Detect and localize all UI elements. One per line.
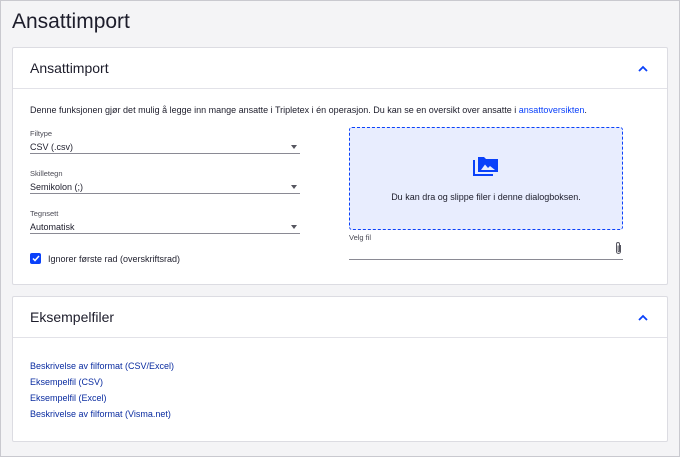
ignore-first-row-checkbox[interactable] (30, 253, 41, 264)
example-file-csv-link[interactable]: Eksempelfil (CSV) (30, 377, 174, 388)
separator-label: Skilletegn (30, 169, 63, 178)
paperclip-icon[interactable] (614, 241, 623, 260)
separator-field: Skilletegn Semikolon (;) (30, 169, 300, 194)
charset-value: Automatisk (30, 222, 75, 232)
file-field: Velg fil (349, 233, 623, 260)
caret-down-icon (291, 145, 297, 149)
chevron-up-icon[interactable] (636, 61, 650, 75)
filetype-label: Filtype (30, 129, 53, 138)
checkmark-icon (31, 255, 40, 262)
filetype-field: Filtype CSV (.csv) (30, 129, 300, 154)
import-card: Ansattimport Denne funksjonen gjør det m… (12, 47, 668, 285)
chevron-up-icon[interactable] (636, 310, 650, 324)
example-file-excel-link[interactable]: Eksempelfil (Excel) (30, 393, 174, 404)
ignore-first-row-label: Ignorer første rad (overskriftsrad) (48, 253, 181, 264)
dropzone-text: Du kan dra og slippe filer i denne dialo… (391, 192, 581, 202)
charset-label: Tegnsett (30, 209, 59, 218)
caret-down-icon (291, 225, 297, 229)
separator-select[interactable]: Semikolon (;) (30, 181, 300, 194)
ignore-first-row-option: Ignorer første rad (overskriftsrad) (30, 253, 180, 264)
examples-card-header: Eksempelfiler (13, 297, 667, 338)
filetype-value: CSV (.csv) (30, 142, 74, 152)
import-card-header: Ansattimport (13, 48, 667, 89)
file-label: Velg fil (349, 233, 372, 242)
page-title: Ansattimport (12, 10, 130, 33)
import-card-title: Ansattimport (30, 60, 109, 76)
file-dropzone[interactable]: Du kan dra og slippe filer i denne dialo… (349, 127, 623, 230)
charset-field: Tegnsett Automatisk (30, 209, 300, 234)
separator-value: Semikolon (;) (30, 182, 84, 192)
intro-text: Denne funksjonen gjør det mulig å legge … (30, 105, 587, 115)
caret-down-icon (291, 185, 297, 189)
filetype-select[interactable]: CSV (.csv) (30, 141, 300, 154)
examples-card-title: Eksempelfiler (30, 309, 115, 325)
format-description-csv-excel-link[interactable]: Beskrivelse av filformat (CSV/Excel) (30, 361, 174, 372)
format-description-visma-link[interactable]: Beskrivelse av filformat (Visma.net) (30, 409, 174, 420)
employee-overview-link[interactable]: ansattoversikten (519, 105, 585, 115)
intro-text-end: . (584, 105, 587, 115)
example-links: Beskrivelse av filformat (CSV/Excel) Eks… (30, 361, 174, 420)
charset-select[interactable]: Automatisk (30, 221, 300, 234)
examples-card: Eksempelfiler Beskrivelse av filformat (… (12, 296, 668, 442)
file-input[interactable] (349, 242, 623, 260)
intro-text-body: Denne funksjonen gjør det mulig å legge … (30, 105, 519, 115)
folder-image-icon (473, 155, 499, 182)
